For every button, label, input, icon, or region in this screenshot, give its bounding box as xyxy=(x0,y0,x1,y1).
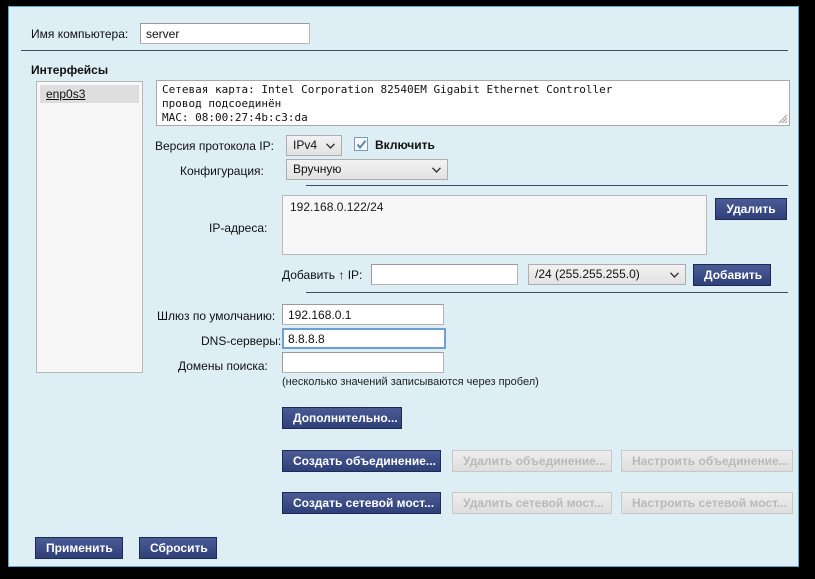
resize-handle-icon[interactable] xyxy=(778,114,788,124)
interfaces-legend: Интерфейсы xyxy=(31,63,108,77)
network-settings-window: Имя компьютера: Интерфейсы enp0s3 Сетева… xyxy=(8,6,799,567)
hostname-label: Имя компьютера: xyxy=(31,27,128,41)
enable-label[interactable]: Включить xyxy=(375,138,435,152)
netmask-value: /24 (255.255.255.0) xyxy=(535,267,640,281)
chevron-down-icon xyxy=(326,143,335,149)
ip-version-value: IPv4 xyxy=(293,138,317,152)
list-item[interactable]: 192.168.0.122/24 xyxy=(290,200,699,214)
interfaces-list[interactable]: enp0s3 xyxy=(36,81,143,373)
separator-top xyxy=(21,50,788,51)
create-bond-button[interactable]: Создать объединение... xyxy=(282,450,441,472)
enable-checkbox[interactable] xyxy=(354,137,368,151)
configuration-value: Вручную xyxy=(293,162,341,176)
add-ip-input[interactable] xyxy=(371,264,518,285)
window-content: Имя компьютера: Интерфейсы enp0s3 Сетева… xyxy=(9,7,798,566)
dns-label: DNS-серверы: xyxy=(201,334,281,348)
chevron-down-icon xyxy=(432,167,441,173)
gateway-label: Шлюз по умолчанию: xyxy=(157,309,275,323)
netmask-select[interactable]: /24 (255.255.255.0) xyxy=(528,264,686,285)
delete-bond-button: Удалить объединение... xyxy=(452,450,612,472)
add-ip-label: Добавить ↑ IP: xyxy=(282,268,362,282)
multiple-values-hint: (несколько значений записываются через п… xyxy=(282,376,539,388)
chevron-down-icon xyxy=(670,272,679,278)
ip-addresses-label: IP-адреса: xyxy=(209,221,267,235)
adapter-info-line-1: Сетевая карта: Intel Corporation 82540EM… xyxy=(162,83,784,97)
advanced-button[interactable]: Дополнительно... xyxy=(282,407,402,429)
reset-button[interactable]: Сбросить xyxy=(139,537,217,559)
configure-bond-button: Настроить объединение... xyxy=(621,450,793,472)
configure-bridge-button: Настроить сетевой мост... xyxy=(621,492,793,514)
separator-ip xyxy=(306,185,788,186)
list-item[interactable]: enp0s3 xyxy=(40,85,139,103)
add-address-button[interactable]: Добавить xyxy=(693,264,771,286)
search-domains-label: Домены поиска: xyxy=(178,359,268,373)
ip-version-label: Версия протокола IP: xyxy=(155,139,274,153)
adapter-info-line-3: MAC: 08:00:27:4b:c3:da xyxy=(162,111,784,125)
ip-version-select[interactable]: IPv4 xyxy=(286,135,342,156)
configuration-label: Конфигурация: xyxy=(180,164,264,178)
delete-address-button[interactable]: Удалить xyxy=(715,198,787,220)
gateway-input[interactable] xyxy=(282,304,444,325)
adapter-info-line-2: провод подсоединён xyxy=(162,97,784,111)
hostname-input[interactable] xyxy=(140,23,310,44)
ip-addresses-list[interactable]: 192.168.0.122/24 xyxy=(282,195,707,255)
delete-bridge-button: Удалить сетевой мост... xyxy=(452,492,612,514)
create-bridge-button[interactable]: Создать сетевой мост... xyxy=(282,492,441,514)
separator-gateway xyxy=(306,292,788,293)
adapter-info-box[interactable]: Сетевая карта: Intel Corporation 82540EM… xyxy=(156,80,790,126)
apply-button[interactable]: Применить xyxy=(35,537,123,559)
search-domains-input[interactable] xyxy=(282,352,444,373)
configuration-select[interactable]: Вручную xyxy=(286,159,448,180)
dns-input[interactable] xyxy=(282,328,446,349)
